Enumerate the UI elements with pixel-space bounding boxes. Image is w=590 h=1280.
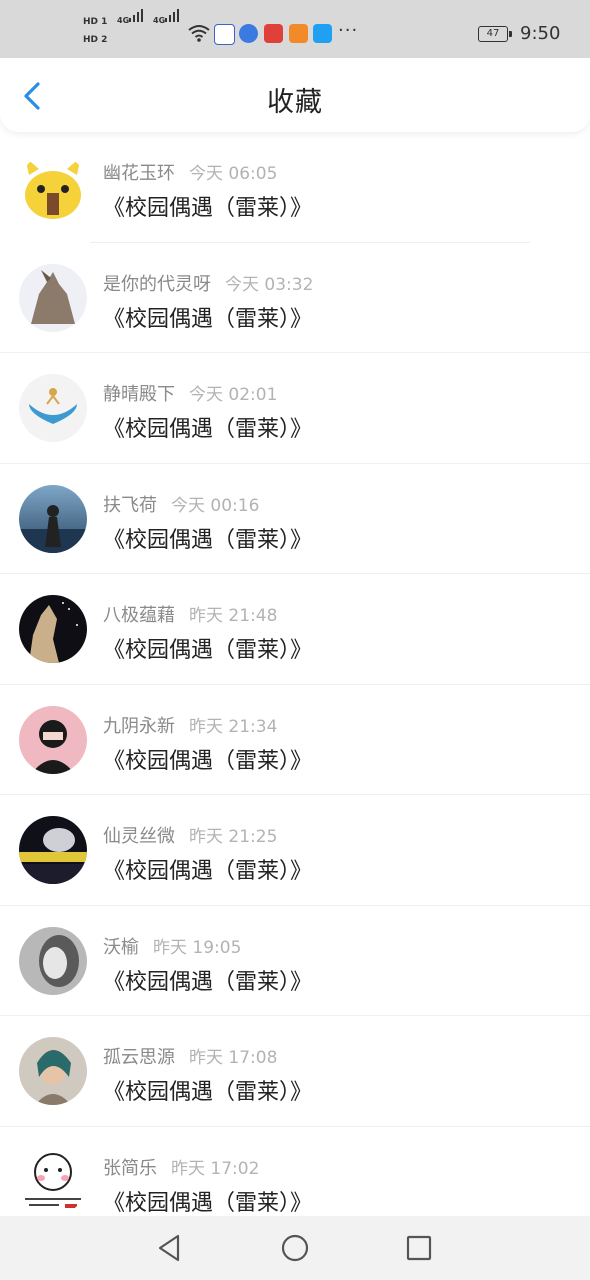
item-book-title[interactable]: 《校园偶遇（雷莱）》 [103, 411, 312, 443]
circle-home-icon [281, 1234, 309, 1262]
item-time: 今天 00:16 [171, 495, 260, 516]
search-notification-icon [313, 24, 332, 43]
video-notification-icon [289, 24, 308, 43]
page-title: 收藏 [267, 87, 323, 118]
item-user: 孤云思源 昨天 17:08 [103, 1047, 278, 1068]
list-item[interactable]: 是你的代灵呀 今天 03:32 《校园偶遇（雷莱）》 [0, 243, 590, 353]
item-time: 昨天 21:25 [189, 827, 278, 847]
list-item[interactable]: 扶飞荷 今天 00:16 《校园偶遇（雷莱）》 [0, 464, 590, 574]
item-time: 今天 03:32 [225, 274, 314, 295]
item-book-title[interactable]: 《校园偶遇（雷莱）》 [103, 1185, 312, 1217]
item-user: 八极蕴藉 昨天 21:48 [103, 605, 278, 626]
status-bar: HD 1 HD 2 4G 4G ··· 47 9:50 [0, 0, 590, 58]
battery-icon: 47 [478, 26, 512, 42]
avatar[interactable] [19, 926, 87, 995]
list-item[interactable]: 沃榆 昨天 19:05 《校园偶遇（雷莱）》 [0, 906, 590, 1016]
nav-recents-button[interactable] [401, 1230, 437, 1266]
avatar[interactable] [19, 153, 87, 221]
avatar[interactable] [19, 816, 87, 884]
list-item[interactable]: 静晴殿下 今天 02:01 《校园偶遇（雷莱）》 [0, 353, 590, 464]
item-time: 今天 06:05 [189, 164, 278, 184]
more-notifications-icon: ··· [338, 20, 359, 41]
avatar[interactable] [19, 374, 87, 442]
favorites-list: 幽花玉环 今天 06:05 《校园偶遇（雷莱）》 是你的代灵呀 今天 03:32 《… [0, 132, 590, 1237]
list-item[interactable]: 孤云思源 昨天 17:08 《校园偶遇（雷莱）》 [0, 1016, 590, 1127]
avatar[interactable] [19, 263, 87, 332]
item-book-title[interactable]: 《校园偶遇（雷莱）》 [103, 301, 312, 333]
list-item[interactable]: 幽花玉环 今天 06:05 《校园偶遇（雷莱）》 [0, 132, 590, 243]
hd1-indicator: HD 1 [83, 17, 108, 27]
list-item[interactable]: 九阴永新 昨天 21:34 《校园偶遇（雷莱）》 [0, 685, 590, 795]
item-book-title[interactable]: 《校园偶遇（雷莱）》 [103, 1074, 312, 1106]
item-user: 幽花玉环 今天 06:05 [103, 163, 278, 184]
item-user: 仙灵丝微 昨天 21:25 [103, 826, 278, 847]
item-time: 昨天 21:34 [189, 716, 278, 737]
hd2-indicator: HD 2 [83, 35, 108, 45]
avatar[interactable] [19, 1037, 87, 1105]
list-item[interactable]: 八极蕴藉 昨天 21:48 《校园偶遇（雷莱）》 [0, 574, 590, 685]
avatar[interactable] [19, 595, 87, 663]
item-book-title[interactable]: 《校园偶遇（雷莱）》 [103, 632, 312, 664]
item-book-title[interactable]: 《校园偶遇（雷莱）》 [103, 964, 312, 996]
item-user: 是你的代灵呀 今天 03:32 [103, 273, 314, 295]
item-time: 昨天 17:08 [189, 1048, 278, 1068]
item-time: 昨天 17:02 [171, 1158, 260, 1179]
item-book-title[interactable]: 《校园偶遇（雷莱）》 [103, 522, 312, 554]
avatar[interactable] [19, 484, 87, 553]
item-user: 沃榆 昨天 19:05 [103, 936, 242, 958]
app-notification-icon [214, 24, 235, 45]
wifi-icon [188, 25, 210, 42]
clock: 9:50 [520, 23, 561, 44]
item-user: 扶飞荷 今天 00:16 [103, 494, 260, 516]
reader-notification-icon [264, 24, 283, 43]
app-header: 收藏 [0, 58, 590, 132]
system-nav-bar [0, 1216, 590, 1280]
triangle-back-icon [158, 1234, 180, 1262]
item-time: 昨天 21:48 [189, 606, 278, 626]
item-time: 今天 02:01 [189, 385, 278, 405]
avatar[interactable] [19, 705, 87, 774]
square-recents-icon [406, 1235, 432, 1261]
nav-home-button[interactable] [277, 1230, 313, 1266]
item-user: 九阴永新 昨天 21:34 [103, 715, 278, 737]
nav-back-button[interactable] [152, 1230, 188, 1266]
browser-notification-icon [239, 24, 258, 43]
item-book-title[interactable]: 《校园偶遇（雷莱）》 [103, 743, 312, 775]
list-item[interactable]: 仙灵丝微 昨天 21:25 《校园偶遇（雷莱）》 [0, 795, 590, 906]
avatar[interactable] [19, 1147, 87, 1216]
item-time: 昨天 19:05 [153, 937, 242, 958]
item-user: 张简乐 昨天 17:02 [103, 1157, 260, 1179]
item-user: 静晴殿下 今天 02:01 [103, 384, 278, 405]
item-book-title[interactable]: 《校园偶遇（雷莱）》 [103, 853, 312, 885]
item-book-title[interactable]: 《校园偶遇（雷莱）》 [103, 190, 312, 222]
